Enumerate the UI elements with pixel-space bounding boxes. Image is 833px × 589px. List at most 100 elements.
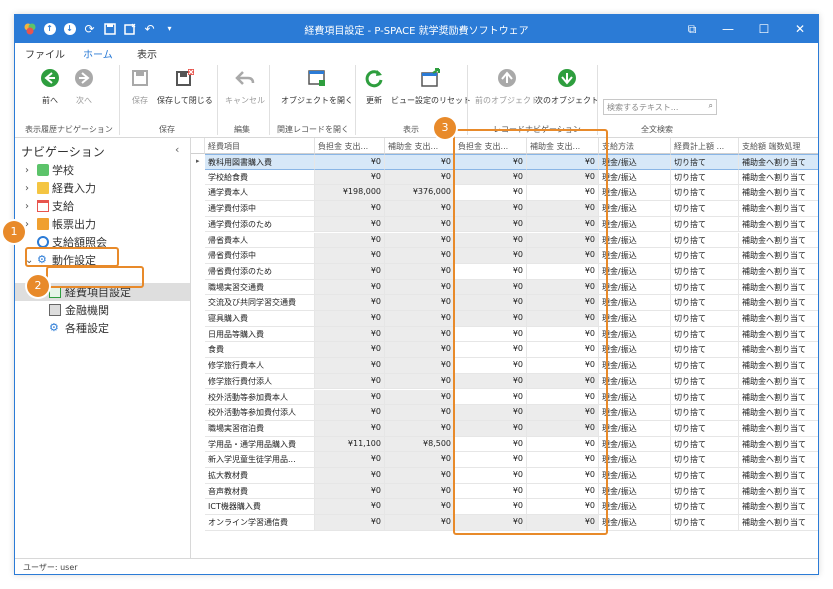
table-cell[interactable]: ¥0 bbox=[315, 263, 385, 280]
nav-item-expense-input[interactable]: › 経費入力 bbox=[25, 179, 96, 197]
table-cell[interactable]: 現金/振込 bbox=[599, 279, 671, 296]
table-cell[interactable]: ¥0 bbox=[315, 452, 385, 468]
table-cell[interactable]: 現金/振込 bbox=[599, 169, 671, 186]
table-cell[interactable]: 現金/振込 bbox=[599, 232, 671, 249]
table-cell[interactable]: ¥0 bbox=[385, 389, 455, 406]
table-cell[interactable]: ¥0 bbox=[315, 311, 385, 327]
next-object-button[interactable]: 次のオブジェクト bbox=[535, 67, 599, 106]
table-cell[interactable]: 現金/振込 bbox=[599, 483, 671, 500]
table-cell[interactable]: 切り捨て bbox=[671, 358, 739, 374]
table-cell[interactable]: ¥0 bbox=[385, 452, 455, 468]
table-cell[interactable]: 現金/振込 bbox=[599, 468, 671, 484]
table-cell[interactable]: ¥0 bbox=[315, 154, 385, 170]
table-cell[interactable]: 学用品・通学用品購入費 bbox=[205, 436, 315, 453]
table-cell[interactable]: 補助金へ割り当て bbox=[739, 358, 818, 374]
table-cell[interactable]: ¥0 bbox=[315, 373, 385, 390]
table-cell[interactable]: ¥0 bbox=[385, 483, 455, 500]
table-cell[interactable]: ¥0 bbox=[315, 358, 385, 374]
table-cell[interactable]: ¥0 bbox=[315, 169, 385, 186]
table-cell[interactable]: 現金/振込 bbox=[599, 420, 671, 437]
table-cell[interactable]: 校外活動等参加費本人 bbox=[205, 389, 315, 406]
table-cell[interactable]: ¥0 bbox=[385, 295, 455, 311]
table-cell[interactable]: 補助金へ割り当て bbox=[739, 217, 818, 233]
table-cell[interactable]: 補助金へ割り当て bbox=[739, 327, 818, 343]
table-cell[interactable]: 補助金へ割り当て bbox=[739, 280, 818, 296]
table-cell[interactable]: ¥0 bbox=[315, 389, 385, 406]
table-cell[interactable]: 補助金へ割り当て bbox=[739, 170, 818, 186]
table-cell[interactable]: ¥0 bbox=[385, 420, 455, 437]
table-cell[interactable]: 日用品等購入費 bbox=[205, 326, 315, 343]
table-cell[interactable]: 音声教材費 bbox=[205, 483, 315, 500]
table-cell[interactable]: 切り捨て bbox=[671, 468, 739, 484]
collapse-pane-icon[interactable]: ‹ bbox=[175, 143, 179, 156]
table-cell[interactable]: 帰省費付添中 bbox=[205, 248, 315, 264]
table-cell[interactable]: ¥0 bbox=[385, 468, 455, 484]
table-cell[interactable]: 切り捨て bbox=[671, 201, 739, 217]
table-cell[interactable]: 切り捨て bbox=[671, 263, 739, 280]
column-header[interactable]: 支給額 端数処理 bbox=[739, 138, 818, 154]
table-cell[interactable]: ¥8,500 bbox=[385, 436, 455, 453]
table-cell[interactable]: ¥0 bbox=[315, 326, 385, 343]
table-cell[interactable]: 切り捨て bbox=[671, 169, 739, 186]
table-cell[interactable]: 切り捨て bbox=[671, 436, 739, 453]
table-cell[interactable]: 寝具購入費 bbox=[205, 311, 315, 327]
table-cell[interactable]: 切り捨て bbox=[671, 515, 739, 531]
table-cell[interactable]: 現金/振込 bbox=[599, 373, 671, 390]
table-cell[interactable]: 現金/振込 bbox=[599, 389, 671, 406]
table-cell[interactable]: 切り捨て bbox=[671, 279, 739, 296]
table-cell[interactable]: ¥376,000 bbox=[385, 185, 455, 202]
refresh-button[interactable]: 更新 bbox=[363, 67, 385, 106]
table-cell[interactable]: 補助金へ割り当て bbox=[739, 499, 818, 516]
table-cell[interactable]: ¥11,100 bbox=[315, 436, 385, 453]
table-cell[interactable]: 切り捨て bbox=[671, 452, 739, 468]
tab-view[interactable]: 表示 bbox=[137, 46, 157, 61]
table-cell[interactable]: 職場実習宿泊費 bbox=[205, 420, 315, 437]
table-cell[interactable]: 補助金へ割り当て bbox=[739, 233, 818, 249]
table-cell[interactable]: ¥0 bbox=[315, 342, 385, 359]
table-cell[interactable]: 切り捨て bbox=[671, 326, 739, 343]
table-cell[interactable]: 現金/振込 bbox=[599, 295, 671, 311]
next-button[interactable]: 次へ bbox=[73, 67, 95, 106]
back-button[interactable]: 前へ bbox=[39, 67, 61, 106]
table-cell[interactable]: ¥0 bbox=[315, 420, 385, 437]
column-header[interactable]: 支給方法 bbox=[599, 138, 671, 154]
table-cell[interactable]: ¥0 bbox=[315, 499, 385, 516]
column-header[interactable]: 経費計上額 ... bbox=[671, 138, 739, 154]
table-cell[interactable]: ¥0 bbox=[315, 295, 385, 311]
table-cell[interactable]: 切り捨て bbox=[671, 499, 739, 516]
prev-object-button[interactable]: 前のオブジェクト bbox=[475, 67, 539, 106]
table-cell[interactable]: 帰省費本人 bbox=[205, 232, 315, 249]
table-cell[interactable]: 補助金へ割り当て bbox=[739, 437, 818, 453]
nav-subitem-bank[interactable]: 金融機関 bbox=[49, 301, 109, 319]
table-cell[interactable]: 現金/振込 bbox=[599, 436, 671, 453]
table-cell[interactable]: ICT機器購入費 bbox=[205, 499, 315, 516]
table-cell[interactable]: 帰省費付添のため bbox=[205, 263, 315, 280]
table-cell[interactable]: 切り捨て bbox=[671, 483, 739, 500]
table-cell[interactable]: 補助金へ割り当て bbox=[739, 154, 818, 170]
table-cell[interactable]: 切り捨て bbox=[671, 405, 739, 421]
table-cell[interactable]: ¥0 bbox=[315, 248, 385, 264]
nav-item-payment[interactable]: › 支給 bbox=[25, 197, 74, 215]
tab-file[interactable]: ファイル bbox=[25, 46, 65, 61]
table-cell[interactable]: 補助金へ割り当て bbox=[739, 311, 818, 327]
restore-layout-button[interactable]: ⧉ bbox=[674, 15, 710, 43]
save-close-button[interactable]: 保存して閉じる bbox=[157, 67, 213, 106]
table-cell[interactable]: 補助金へ割り当て bbox=[739, 484, 818, 500]
table-cell[interactable]: 交流及び共同学習交通費 bbox=[205, 295, 315, 311]
table-cell[interactable]: ¥0 bbox=[385, 232, 455, 249]
table-cell[interactable]: 拡大教材費 bbox=[205, 468, 315, 484]
table-cell[interactable]: ¥198,000 bbox=[315, 185, 385, 202]
table-cell[interactable]: ¥0 bbox=[385, 405, 455, 421]
table-cell[interactable]: 補助金へ割り当て bbox=[739, 248, 818, 264]
table-cell[interactable]: ¥0 bbox=[385, 279, 455, 296]
table-cell[interactable]: ¥0 bbox=[315, 201, 385, 217]
nav-subitem-misc-settings[interactable]: ⚙ 各種設定 bbox=[49, 319, 109, 337]
table-cell[interactable]: 現金/振込 bbox=[599, 452, 671, 468]
nav-item-school[interactable]: › 学校 bbox=[25, 161, 74, 179]
table-cell[interactable]: ¥0 bbox=[385, 326, 455, 343]
fulltext-search-input[interactable]: 検索するテキスト... ⌕ bbox=[603, 99, 717, 115]
table-cell[interactable]: ¥0 bbox=[385, 499, 455, 516]
table-cell[interactable]: 現金/振込 bbox=[599, 263, 671, 280]
table-cell[interactable]: 切り捨て bbox=[671, 185, 739, 202]
column-header[interactable]: 補助金 支出... bbox=[385, 138, 455, 154]
